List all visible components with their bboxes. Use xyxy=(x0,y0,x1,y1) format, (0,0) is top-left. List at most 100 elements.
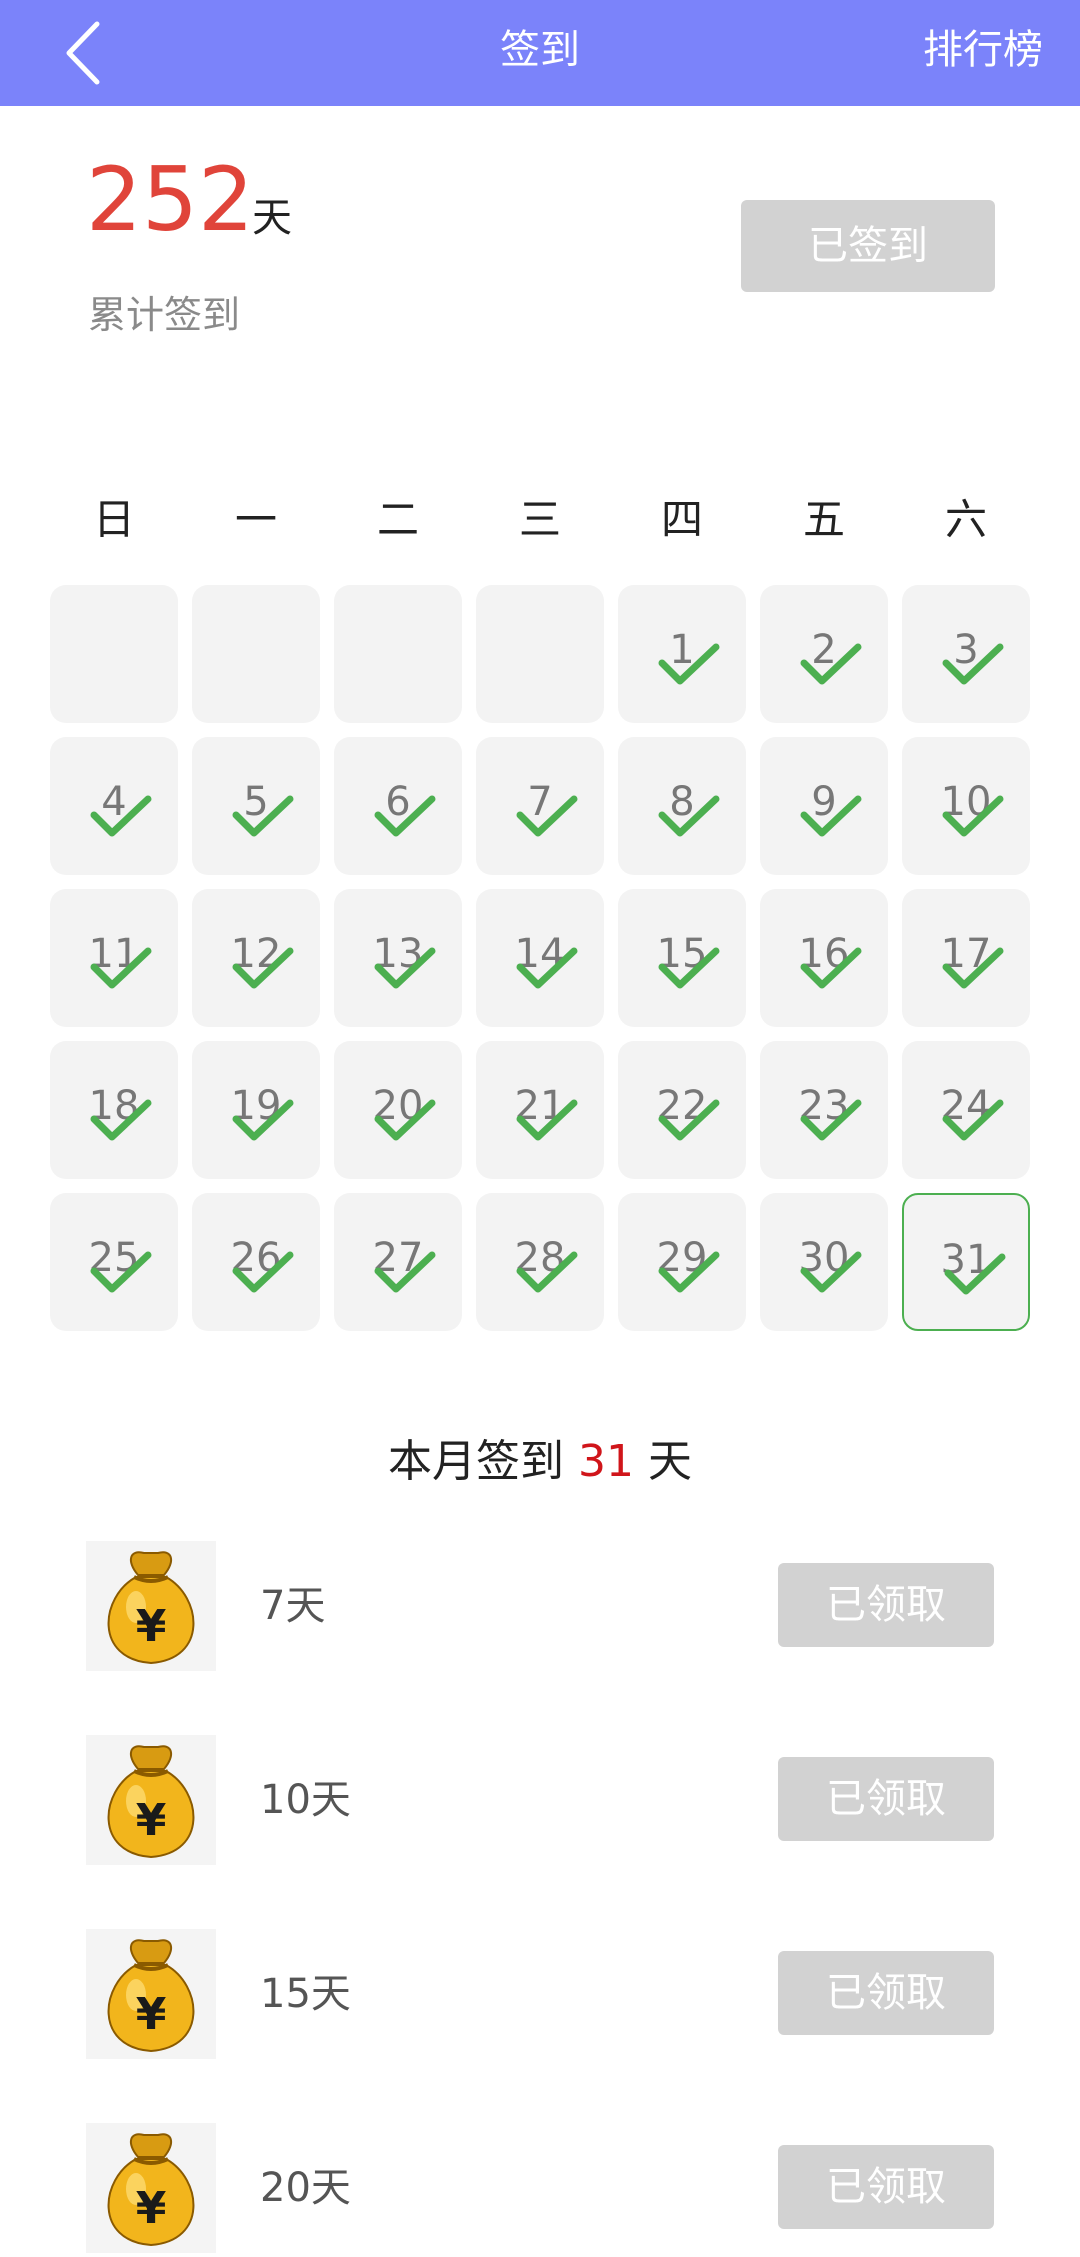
check-icon xyxy=(942,947,1004,989)
check-icon xyxy=(942,1099,1004,1141)
check-icon xyxy=(516,1251,578,1293)
check-icon xyxy=(90,947,152,989)
signed-in-button[interactable]: 已签到 xyxy=(741,200,995,292)
calendar-day-cell[interactable]: 19 xyxy=(192,1041,320,1179)
calendar-day-cell[interactable]: 5 xyxy=(192,737,320,875)
calendar-empty-cell xyxy=(334,585,462,723)
calendar-day-cell[interactable]: 16 xyxy=(760,889,888,1027)
weekday-label: 二 xyxy=(376,495,419,544)
weekday-label: 一 xyxy=(234,495,277,544)
calendar-day-cell[interactable]: 25 xyxy=(50,1193,178,1331)
check-icon xyxy=(516,795,578,837)
calendar-day-cell[interactable]: 6 xyxy=(334,737,462,875)
month-summary-suffix: 天 xyxy=(648,1436,692,1487)
calendar-day-cell[interactable]: 30 xyxy=(760,1193,888,1331)
calendar-day-cell[interactable]: 12 xyxy=(192,889,320,1027)
reward-item: ¥7天 已领取 xyxy=(0,1541,1080,1671)
calendar-empty-cell xyxy=(50,585,178,723)
calendar-day-cell[interactable]: 29 xyxy=(618,1193,746,1331)
check-icon xyxy=(800,643,862,685)
total-days-unit: 天 xyxy=(252,195,292,241)
calendar-day-cell[interactable]: 4 xyxy=(50,737,178,875)
weekday-label: 三 xyxy=(518,495,561,544)
calendar-day-cell[interactable]: 2 xyxy=(760,585,888,723)
calendar-day-cell[interactable]: 15 xyxy=(618,889,746,1027)
calendar-day-cell[interactable]: 10 xyxy=(902,737,1030,875)
check-icon xyxy=(232,795,294,837)
calendar-day-cell[interactable]: 9 xyxy=(760,737,888,875)
calendar-day-cell[interactable]: 11 xyxy=(50,889,178,1027)
check-icon xyxy=(658,643,720,685)
calendar-day-cell[interactable]: 23 xyxy=(760,1041,888,1179)
calendar-empty-cell xyxy=(476,585,604,723)
calendar-day-cell[interactable]: 3 xyxy=(902,585,1030,723)
reward-days-label: 10天 xyxy=(260,1777,351,1823)
check-icon xyxy=(374,1099,436,1141)
total-signin-label: 累计签到 xyxy=(88,293,241,337)
check-icon xyxy=(90,1099,152,1141)
signin-calendar: 1 2 3 4 5 6 7 8 9 10 11 12 13 14 15 16 17 18 19 20 21 22 23 24 2… xyxy=(50,585,1030,1332)
weekday-label: 日 xyxy=(92,495,135,544)
weekday-label: 六 xyxy=(944,495,987,544)
svg-text:¥: ¥ xyxy=(136,1795,167,1846)
reward-item: ¥20天 已领取 xyxy=(0,2123,1080,2253)
check-icon xyxy=(800,1251,862,1293)
page-title: 签到 xyxy=(500,27,580,73)
calendar-day-cell[interactable]: 28 xyxy=(476,1193,604,1331)
total-signin-days: 252 xyxy=(86,148,254,251)
weekday-label: 四 xyxy=(660,495,703,544)
money-bag-icon: ¥ xyxy=(86,1929,216,2059)
calendar-day-cell[interactable]: 24 xyxy=(902,1041,1030,1179)
claimed-button[interactable]: 已领取 xyxy=(778,1951,994,2035)
top-bar: 签到 排行榜 xyxy=(0,0,1080,106)
reward-item: ¥15天 已领取 xyxy=(0,1929,1080,2059)
check-icon xyxy=(232,1251,294,1293)
calendar-day-cell[interactable]: 14 xyxy=(476,889,604,1027)
check-icon xyxy=(232,947,294,989)
check-icon xyxy=(90,795,152,837)
check-icon xyxy=(944,1253,1006,1295)
month-summary-prefix: 本月签到 xyxy=(388,1436,564,1487)
weekday-label: 五 xyxy=(802,495,845,544)
calendar-day-cell[interactable]: 8 xyxy=(618,737,746,875)
reward-days-label: 20天 xyxy=(260,2165,351,2211)
claimed-button[interactable]: 已领取 xyxy=(778,1563,994,1647)
calendar-day-cell[interactable]: 1 xyxy=(618,585,746,723)
check-icon xyxy=(942,795,1004,837)
check-icon xyxy=(516,1099,578,1141)
check-icon xyxy=(90,1251,152,1293)
check-icon xyxy=(516,947,578,989)
calendar-day-cell[interactable]: 13 xyxy=(334,889,462,1027)
calendar-day-cell[interactable]: 22 xyxy=(618,1041,746,1179)
calendar-day-cell[interactable]: 20 xyxy=(334,1041,462,1179)
calendar-day-cell[interactable]: 31 xyxy=(902,1193,1030,1331)
check-icon xyxy=(658,795,720,837)
svg-text:¥: ¥ xyxy=(136,2183,167,2234)
calendar-empty-cell xyxy=(192,585,320,723)
calendar-day-cell[interactable]: 18 xyxy=(50,1041,178,1179)
money-bag-icon: ¥ xyxy=(86,2123,216,2253)
check-icon xyxy=(232,1099,294,1141)
check-icon xyxy=(800,795,862,837)
calendar-day-cell[interactable]: 21 xyxy=(476,1041,604,1179)
calendar-day-cell[interactable]: 26 xyxy=(192,1193,320,1331)
claimed-button[interactable]: 已领取 xyxy=(778,2145,994,2229)
leaderboard-link[interactable]: 排行榜 xyxy=(923,22,1043,78)
check-icon xyxy=(800,1099,862,1141)
money-bag-icon: ¥ xyxy=(86,1541,216,1671)
claimed-button[interactable]: 已领取 xyxy=(778,1757,994,1841)
month-signin-summary: 本月签到 31 天 xyxy=(0,1432,1080,1492)
check-icon xyxy=(374,1251,436,1293)
calendar-day-cell[interactable]: 17 xyxy=(902,889,1030,1027)
weekday-header: 日一二三四五六 xyxy=(50,492,1030,552)
check-icon xyxy=(658,1099,720,1141)
check-icon xyxy=(658,947,720,989)
check-icon xyxy=(374,795,436,837)
month-signin-count: 31 xyxy=(578,1436,634,1487)
check-icon xyxy=(374,947,436,989)
reward-days-label: 7天 xyxy=(260,1583,326,1629)
reward-days-label: 15天 xyxy=(260,1971,351,2017)
money-bag-icon: ¥ xyxy=(86,1735,216,1865)
calendar-day-cell[interactable]: 7 xyxy=(476,737,604,875)
calendar-day-cell[interactable]: 27 xyxy=(334,1193,462,1331)
